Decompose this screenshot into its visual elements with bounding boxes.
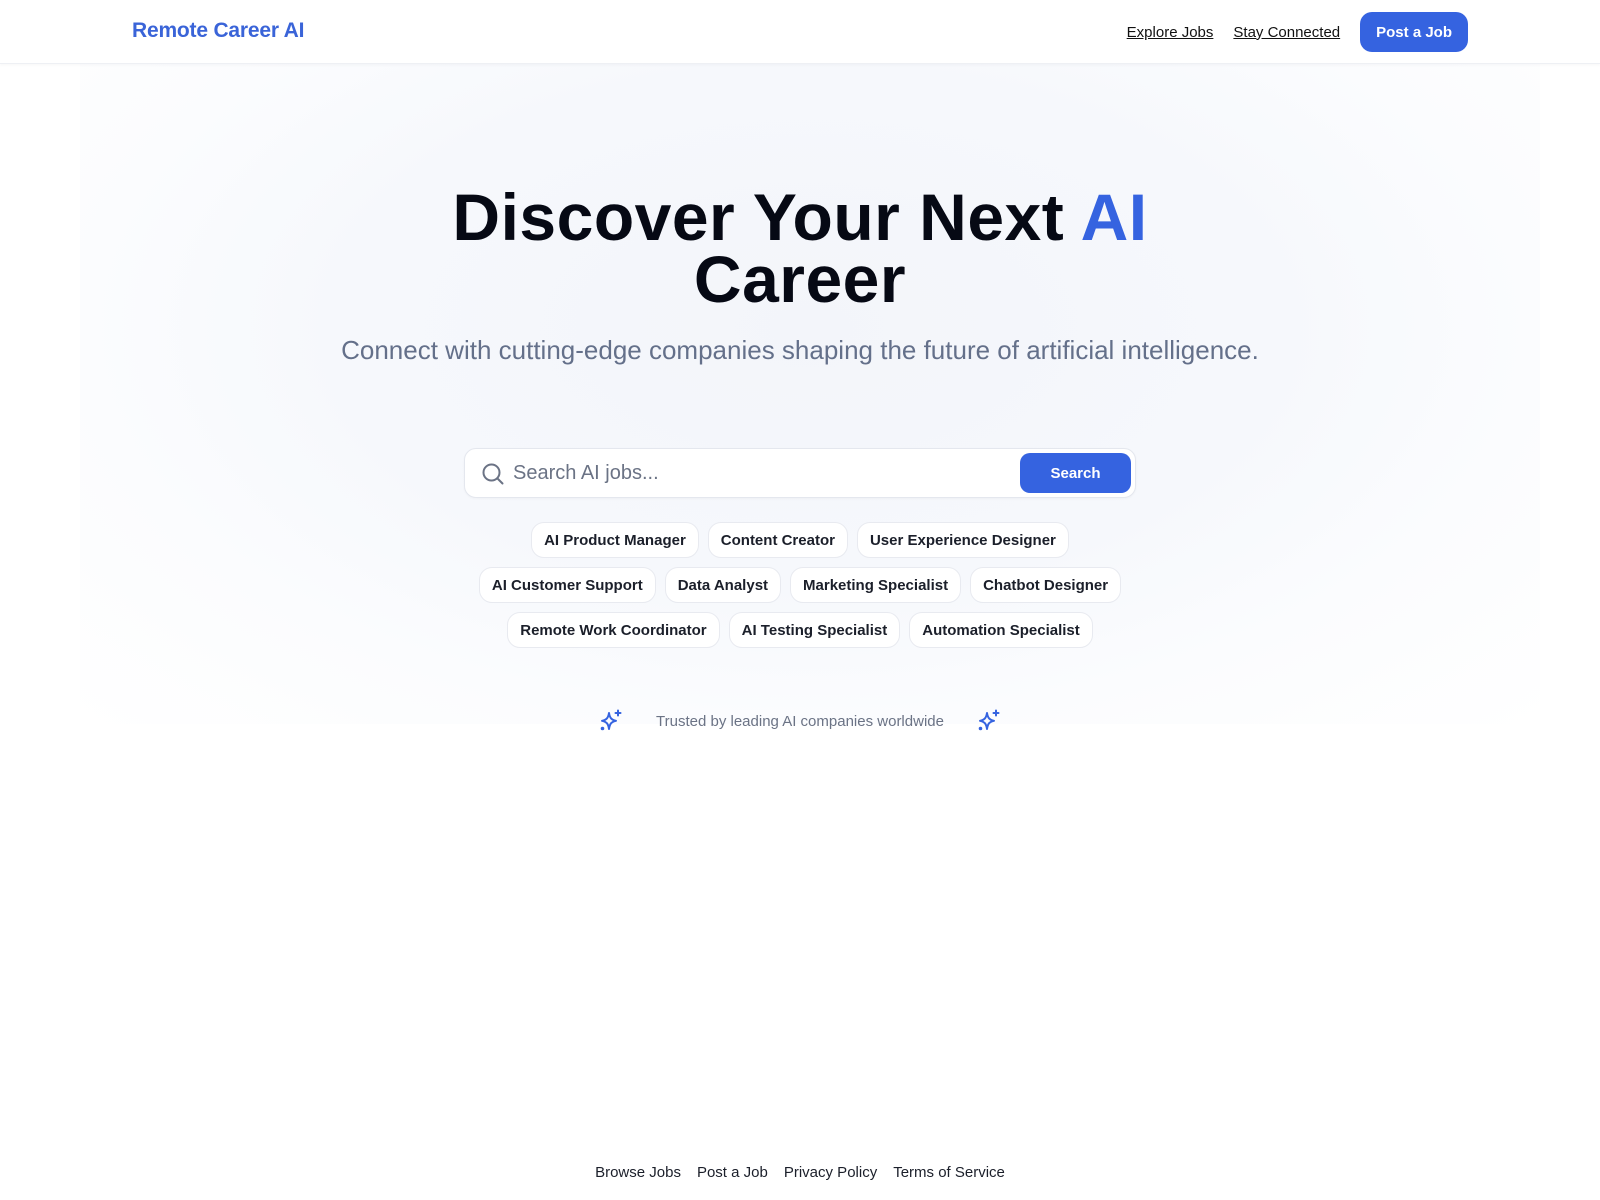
footer-link-browse-jobs[interactable]: Browse Jobs bbox=[595, 1164, 681, 1181]
logo[interactable]: Remote Career AI bbox=[132, 19, 304, 43]
sparkles-icon bbox=[600, 709, 622, 731]
title-line2: Career bbox=[693, 242, 907, 316]
search-icon bbox=[482, 463, 504, 485]
post-job-button[interactable]: Post a Job bbox=[1360, 12, 1468, 52]
tag-ai-product-manager[interactable]: AI Product Manager bbox=[531, 522, 699, 558]
tag-ai-testing-specialist[interactable]: AI Testing Specialist bbox=[728, 612, 901, 648]
tag-data-analyst[interactable]: Data Analyst bbox=[664, 567, 782, 603]
title-accent: AI bbox=[1080, 180, 1148, 254]
tag-content-creator[interactable]: Content Creator bbox=[707, 522, 848, 558]
site-footer: Browse Jobs Post a Job Privacy Policy Te… bbox=[0, 1164, 1600, 1181]
footer-link-terms-of-service[interactable]: Terms of Service bbox=[893, 1164, 1005, 1181]
search-button[interactable]: Search bbox=[1020, 453, 1131, 493]
main-nav: Explore Jobs Stay Connected Post a Job bbox=[1127, 12, 1468, 52]
tag-marketing-specialist[interactable]: Marketing Specialist bbox=[790, 567, 962, 603]
sparkles-icon bbox=[978, 709, 1000, 731]
tag-automation-specialist[interactable]: Automation Specialist bbox=[909, 612, 1093, 648]
tag-user-experience-designer[interactable]: User Experience Designer bbox=[856, 522, 1069, 558]
footer-link-privacy-policy[interactable]: Privacy Policy bbox=[784, 1164, 877, 1181]
tag-chatbot-designer[interactable]: Chatbot Designer bbox=[970, 567, 1122, 603]
search-bar: Search bbox=[464, 448, 1136, 498]
trusted-text: Trusted by leading AI companies worldwid… bbox=[656, 712, 944, 730]
trusted-banner: Trusted by leading AI companies worldwid… bbox=[0, 708, 1600, 734]
footer-link-post-job[interactable]: Post a Job bbox=[697, 1164, 768, 1181]
site-header: Remote Career AI Explore Jobs Stay Conne… bbox=[0, 0, 1600, 64]
page-title: Discover Your Next AI Career bbox=[0, 184, 1600, 312]
nav-link-explore-jobs[interactable]: Explore Jobs bbox=[1127, 24, 1214, 41]
tag-remote-work-coordinator[interactable]: Remote Work Coordinator bbox=[507, 612, 720, 648]
hero-subtitle: Connect with cutting-edge companies shap… bbox=[341, 335, 1259, 365]
nav-link-stay-connected[interactable]: Stay Connected bbox=[1233, 24, 1340, 41]
search-input[interactable] bbox=[513, 457, 993, 489]
job-tags: AI Product Manager Content Creator User … bbox=[440, 522, 1160, 648]
tag-ai-customer-support[interactable]: AI Customer Support bbox=[478, 567, 656, 603]
